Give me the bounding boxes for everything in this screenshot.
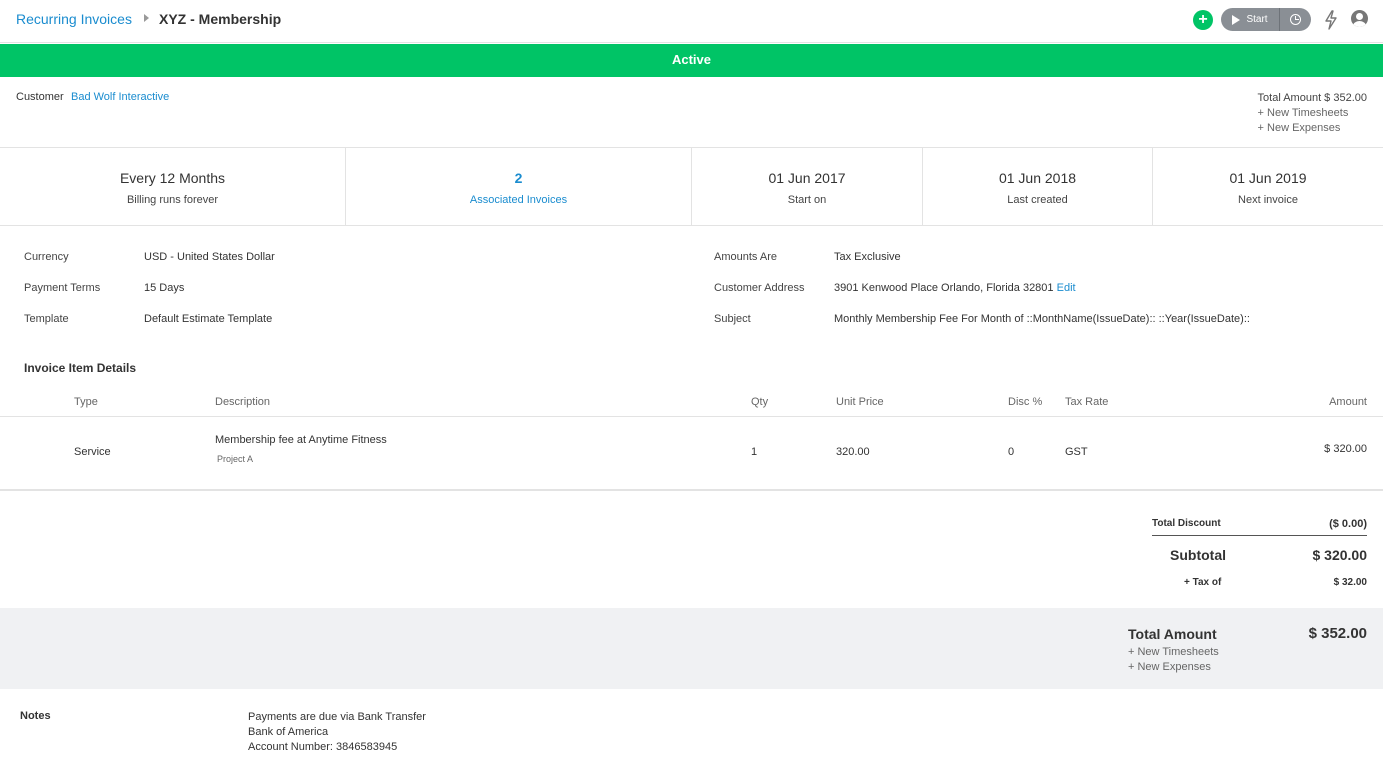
item-description: Membership fee at Anytime Fitness bbox=[215, 434, 387, 446]
item-amount: $ 320.00 bbox=[1324, 443, 1367, 455]
invoice-items-title: Invoice Item Details bbox=[24, 361, 137, 375]
subject-label: Subject bbox=[714, 313, 751, 325]
customer-label: Customer bbox=[16, 91, 64, 103]
user-icon[interactable] bbox=[1351, 10, 1368, 27]
subject-value: Monthly Membership Fee For Month of ::Mo… bbox=[834, 313, 1250, 325]
notes-line: Account Number: 3846583945 bbox=[248, 741, 398, 753]
grand-total-value: $ 352.00 bbox=[1308, 625, 1367, 642]
summary-new-expenses-link[interactable]: + New Expenses bbox=[1258, 121, 1367, 136]
col-type: Type bbox=[74, 396, 98, 408]
stat-value: 01 Jun 2017 bbox=[768, 170, 846, 186]
summary-box: Total Amount $ 352.00 + New Timesheets +… bbox=[1258, 91, 1367, 136]
play-icon bbox=[1232, 14, 1241, 25]
currency-value: USD - United States Dollar bbox=[144, 251, 275, 263]
item-type: Service bbox=[74, 446, 111, 458]
summary-total-amount: Total Amount $ 352.00 bbox=[1257, 92, 1367, 104]
lightning-icon[interactable] bbox=[1323, 10, 1339, 30]
clock-icon bbox=[1290, 14, 1301, 25]
template-label: Template bbox=[24, 313, 69, 325]
stat-value: Every 12 Months bbox=[119, 170, 226, 186]
stat-label: Next invoice bbox=[1238, 194, 1298, 206]
item-project: Project A bbox=[217, 454, 254, 464]
subtotal-label: Subtotal bbox=[1170, 547, 1226, 563]
item-unit-price: 320.00 bbox=[836, 446, 870, 458]
breadcrumb-recurring-invoices[interactable]: Recurring Invoices bbox=[16, 11, 132, 27]
col-tax-rate: Tax Rate bbox=[1065, 396, 1109, 408]
item-disc: 0 bbox=[1008, 446, 1015, 458]
stat-label: Associated Invoices bbox=[469, 194, 568, 206]
amounts-are-value: Tax Exclusive bbox=[834, 251, 901, 263]
notes-label: Notes bbox=[20, 710, 51, 722]
chevron-right-icon bbox=[144, 14, 149, 22]
table-header-divider bbox=[0, 416, 1383, 417]
stat-last-created: 01 Jun 2018 Last created bbox=[923, 148, 1153, 225]
col-amount: Amount bbox=[1329, 396, 1367, 408]
edit-address-link[interactable]: Edit bbox=[1057, 282, 1076, 294]
start-label: Start bbox=[1246, 14, 1268, 25]
add-icon[interactable]: + bbox=[1193, 10, 1213, 30]
status-banner: Active bbox=[0, 44, 1383, 77]
tax-label: + Tax of bbox=[1184, 577, 1222, 588]
start-timer-button[interactable]: Start bbox=[1221, 8, 1280, 31]
amounts-are-label: Amounts Are bbox=[714, 251, 777, 263]
notes-line: Payments are due via Bank Transfer bbox=[248, 711, 426, 723]
subtotal-value: $ 320.00 bbox=[1312, 547, 1368, 563]
item-tax-rate: GST bbox=[1065, 446, 1088, 458]
timer-button-group: Start bbox=[1221, 8, 1311, 31]
tax-value: $ 32.00 bbox=[1333, 577, 1367, 588]
stat-label: Billing runs forever bbox=[126, 194, 219, 206]
total-discount-label: Total Discount bbox=[1152, 518, 1221, 529]
template-value: Default Estimate Template bbox=[144, 313, 273, 325]
page-title: XYZ - Membership bbox=[159, 11, 282, 27]
notes-text: Payments are due via Bank Transfer Bank … bbox=[248, 710, 426, 755]
new-timesheets-link[interactable]: + New Timesheets bbox=[1128, 646, 1219, 658]
table-bottom-divider bbox=[0, 489, 1383, 491]
customer-address: 3901 Kenwood Place Orlando, Florida 3280… bbox=[834, 282, 1076, 294]
total-discount-value: ($ 0.00) bbox=[1329, 518, 1367, 530]
stat-value: 2 bbox=[514, 170, 523, 186]
stat-label: Last created bbox=[1007, 194, 1068, 206]
stat-value: 01 Jun 2019 bbox=[1229, 170, 1307, 186]
timer-history-button[interactable] bbox=[1280, 8, 1311, 31]
stat-next-invoice: 01 Jun 2019 Next invoice bbox=[1153, 148, 1383, 225]
stat-associated-invoices[interactable]: 2 Associated Invoices bbox=[346, 148, 692, 225]
col-unit-price: Unit Price bbox=[836, 396, 884, 408]
customer-address-label: Customer Address bbox=[714, 282, 805, 294]
stat-label: Start on bbox=[787, 194, 827, 206]
stat-value: 01 Jun 2018 bbox=[998, 170, 1077, 186]
new-expenses-link[interactable]: + New Expenses bbox=[1128, 661, 1211, 673]
stat-billing-frequency: Every 12 Months Billing runs forever bbox=[0, 148, 346, 225]
currency-label: Currency bbox=[24, 251, 69, 263]
col-disc: Disc % bbox=[1008, 396, 1043, 408]
item-qty: 1 bbox=[751, 446, 758, 458]
stat-start-on: 01 Jun 2017 Start on bbox=[692, 148, 923, 225]
summary-new-timesheets-link[interactable]: + New Timesheets bbox=[1258, 106, 1367, 121]
customer-address-value: 3901 Kenwood Place Orlando, Florida 3280… bbox=[834, 282, 1054, 294]
grand-total-label: Total Amount bbox=[1128, 626, 1217, 642]
col-description: Description bbox=[215, 396, 271, 408]
top-bar: Recurring Invoices XYZ - Membership + St… bbox=[0, 0, 1383, 43]
payment-terms-label: Payment Terms bbox=[24, 282, 101, 294]
notes-line: Bank of America bbox=[248, 726, 329, 738]
stats-row: Every 12 Months Billing runs forever 2 A… bbox=[0, 147, 1383, 226]
col-qty: Qty bbox=[751, 396, 769, 408]
grand-total-section: Total Amount $ 352.00 + New Timesheets +… bbox=[0, 608, 1383, 689]
totals-divider bbox=[1152, 535, 1367, 536]
payment-terms-value: 15 Days bbox=[144, 282, 185, 294]
customer-link[interactable]: Bad Wolf Interactive bbox=[71, 91, 169, 103]
